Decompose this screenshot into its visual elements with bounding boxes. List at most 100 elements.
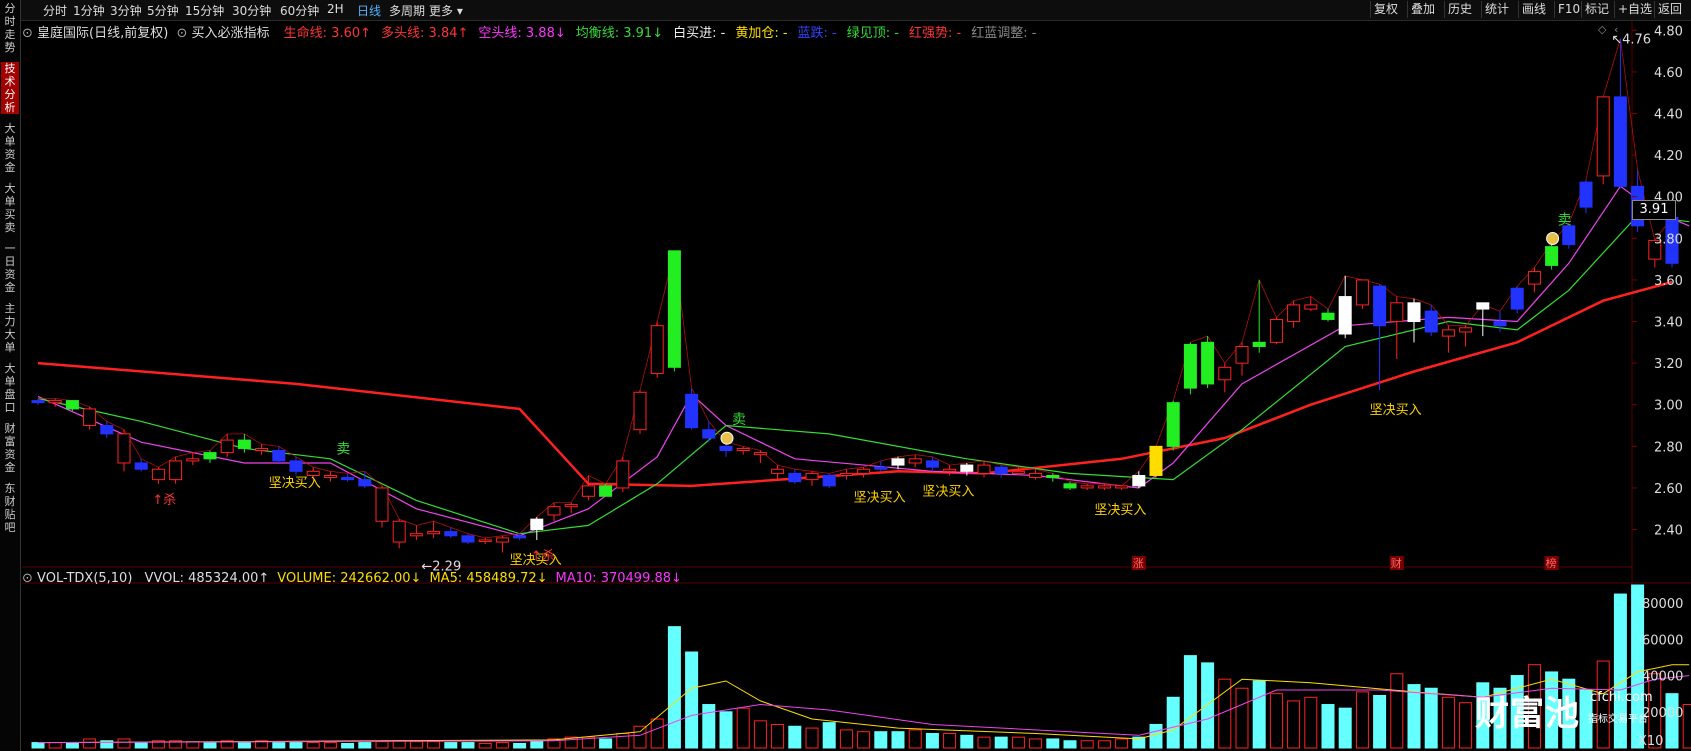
volume-bar bbox=[960, 734, 974, 749]
candle-body bbox=[599, 485, 613, 497]
volume-bar bbox=[117, 738, 131, 749]
volume-bar bbox=[719, 711, 733, 749]
diamond-icon[interactable]: ◇ bbox=[1598, 23, 1606, 36]
candle-body bbox=[702, 429, 716, 439]
volume-bar bbox=[805, 727, 819, 749]
candle-body bbox=[358, 479, 372, 487]
volume-bar bbox=[650, 718, 664, 749]
volume-bar bbox=[1682, 704, 1691, 749]
volume-bar bbox=[1080, 740, 1094, 749]
candle-body bbox=[1441, 329, 1455, 337]
stock-name[interactable]: 皇庭国际(日线,前复权) bbox=[37, 26, 168, 41]
indicator-value-5: 黄加仓: - bbox=[735, 26, 788, 41]
volume-bar bbox=[1321, 704, 1335, 749]
volume-bar bbox=[306, 742, 320, 749]
chart-nav-icons: ◇ ‹ bbox=[1598, 23, 1618, 36]
candle-body bbox=[1424, 310, 1438, 333]
candle-body bbox=[1097, 485, 1111, 489]
candle-body bbox=[788, 472, 802, 483]
volume-value-1: VOLUME: 242662.00↓ bbox=[277, 571, 422, 586]
volume-bar bbox=[908, 729, 922, 749]
candle-body bbox=[1080, 485, 1094, 489]
candle-body bbox=[805, 472, 819, 481]
volume-bar bbox=[857, 731, 871, 749]
candle-body bbox=[169, 460, 183, 481]
volume-bar bbox=[83, 738, 97, 749]
candle-body bbox=[530, 518, 544, 531]
candle-body bbox=[650, 325, 664, 375]
candle-body bbox=[48, 400, 62, 404]
indicator-value-9: 红蓝调整: - bbox=[971, 26, 1037, 41]
volume-info-bar: ⊙ VOL-TDX(5,10) VVOL: 485324.00↑ VOLUME: … bbox=[22, 571, 682, 586]
volume-bar bbox=[685, 651, 699, 749]
volume-toggle-icon[interactable]: ⊙ bbox=[22, 571, 33, 586]
candle-body bbox=[341, 477, 355, 481]
candle-body bbox=[220, 439, 234, 454]
candle-body bbox=[839, 472, 853, 476]
candle-body bbox=[1304, 304, 1318, 310]
volume-bar bbox=[134, 742, 148, 749]
volume-bar bbox=[1338, 707, 1352, 749]
volume-bar bbox=[702, 704, 716, 749]
volume-bar bbox=[788, 725, 802, 749]
volume-bar bbox=[31, 742, 45, 749]
buy-signal-label: 坚决买入 bbox=[1094, 503, 1146, 518]
volume-bar bbox=[341, 742, 355, 749]
price-tick-label: 2.80 bbox=[1654, 440, 1683, 455]
kill-signal-label: ↑杀 bbox=[152, 493, 176, 508]
settings-dot-icon[interactable]: ⊙ bbox=[176, 26, 187, 41]
volume-bar bbox=[1355, 691, 1369, 749]
indicator-name[interactable]: 买入必涨指标 bbox=[192, 26, 270, 41]
chevron-left-icon[interactable]: ‹ bbox=[1614, 23, 1618, 36]
volume-bar bbox=[1046, 738, 1060, 749]
candle-body bbox=[83, 408, 97, 427]
volume-tick-label: 80000 bbox=[1642, 597, 1683, 612]
volume-bar bbox=[1011, 736, 1025, 749]
candle-body bbox=[822, 474, 836, 487]
candle-body bbox=[1166, 402, 1180, 447]
buy-signal-label: 坚决买入 bbox=[922, 484, 974, 499]
candle-body bbox=[461, 535, 475, 543]
volume-bar bbox=[323, 742, 337, 749]
candle-body bbox=[1596, 96, 1610, 177]
candle-body bbox=[891, 458, 905, 466]
candle-body bbox=[1373, 285, 1387, 327]
volume-bar bbox=[1407, 684, 1421, 749]
candle-body bbox=[1459, 327, 1473, 333]
candle-body bbox=[1562, 225, 1576, 246]
candle-body bbox=[736, 447, 750, 452]
indicator-value-2: 空头线: 3.88↓ bbox=[478, 26, 566, 41]
candle-body bbox=[547, 506, 561, 516]
volume-bar bbox=[1373, 694, 1387, 749]
candle-body bbox=[1149, 445, 1163, 476]
candle-body bbox=[874, 466, 888, 470]
indicator-value-8: 红强势: - bbox=[908, 26, 962, 41]
candle-body bbox=[1183, 343, 1197, 389]
buy-signal-label: 坚决买入 bbox=[1370, 403, 1422, 418]
chart-info-bar: ⊙ 皇庭国际(日线,前复权) ⊙ 买入必涨指标 生命线: 3.60↑ 多头线: 3… bbox=[22, 22, 1036, 41]
volume-bar bbox=[1115, 738, 1129, 749]
volume-bar bbox=[1201, 662, 1215, 749]
candle-body bbox=[409, 533, 423, 537]
candle-body bbox=[323, 474, 337, 479]
volume-bar bbox=[1063, 740, 1077, 749]
candle-body bbox=[994, 466, 1008, 474]
volume-indicator-name[interactable]: VOL-TDX(5,10) bbox=[37, 571, 132, 586]
brand-slogan: 指标交易平台 bbox=[1588, 714, 1648, 725]
candle-body bbox=[1218, 366, 1232, 381]
candle-body bbox=[1527, 271, 1541, 285]
candle-body bbox=[272, 450, 286, 462]
volume-bar bbox=[1183, 655, 1197, 749]
event-label: 财 bbox=[1391, 556, 1402, 570]
price-tick-label: 3.60 bbox=[1654, 274, 1683, 289]
candle-body bbox=[719, 445, 733, 452]
indicator-toggle-icon[interactable]: ⊙ bbox=[22, 26, 33, 41]
price-tick-label: 2.40 bbox=[1654, 524, 1683, 539]
candle-body bbox=[1287, 304, 1301, 323]
volume-values: VVOL: 485324.00↑ VOLUME: 242662.00↓ MA5: 4… bbox=[137, 571, 682, 586]
volume-bar bbox=[667, 626, 681, 749]
candle-body bbox=[1355, 279, 1369, 306]
brand-domain: cfchi.com bbox=[1590, 690, 1653, 705]
volume-bar bbox=[1424, 687, 1438, 749]
candle-body bbox=[1235, 346, 1249, 364]
